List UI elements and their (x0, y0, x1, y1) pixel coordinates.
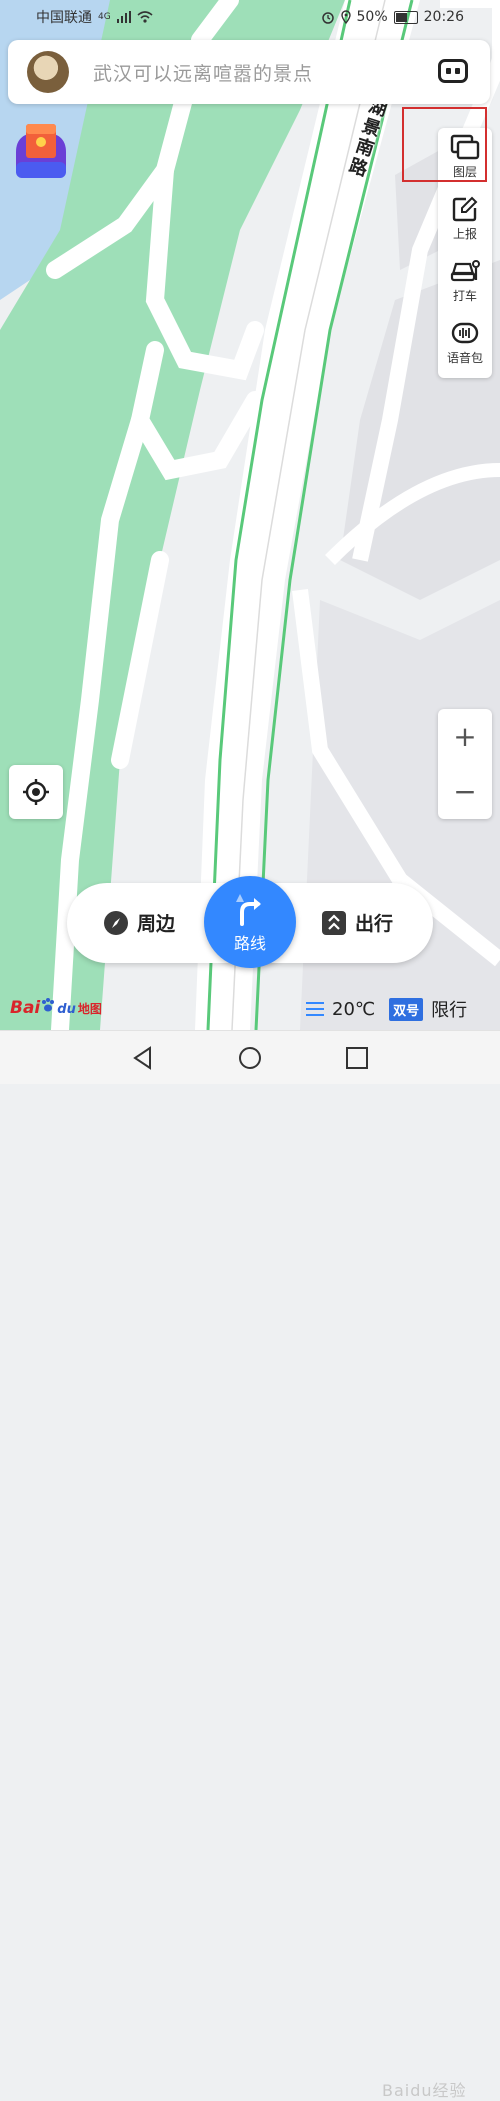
zoom-in-button[interactable]: + (438, 709, 492, 764)
red-packet-promo-icon[interactable] (12, 122, 70, 180)
battery-icon (393, 10, 418, 24)
footer-info: 20℃ 双号 限行 (306, 996, 467, 1022)
signal-icon (116, 11, 131, 23)
report-button[interactable]: 上报 (438, 190, 492, 248)
paw-icon (42, 998, 55, 1012)
outing-label: 出行 (355, 913, 394, 935)
nearby-label: 周边 (137, 913, 176, 935)
taxi-button[interactable]: 打车 (438, 252, 492, 310)
alarm-icon (321, 12, 334, 24)
edit-icon (452, 196, 478, 222)
network-type: 4G (98, 12, 111, 22)
user-avatar[interactable] (27, 51, 69, 93)
report-label: 上报 (452, 227, 477, 241)
recent-apps-square-icon[interactable] (344, 1045, 370, 1071)
clock: 20:26 (423, 9, 464, 25)
plate-badge[interactable]: 双号 (389, 997, 424, 1021)
baidu-map-logo: Bai du 地图 (10, 998, 102, 1018)
compass-icon (104, 910, 128, 935)
voice-pack-label: 语音包 (446, 351, 483, 365)
zoom-control: + − (438, 709, 492, 819)
crosshair-icon (23, 779, 49, 805)
route-arrow-icon (236, 894, 261, 926)
menu-icon[interactable] (306, 1002, 324, 1016)
location-icon (340, 10, 351, 24)
temperature[interactable]: 20℃ (332, 999, 375, 1020)
home-circle-icon[interactable] (237, 1045, 263, 1071)
outing-button[interactable]: 出行 (321, 909, 393, 936)
taxi-icon (450, 260, 480, 282)
voice-pack-button[interactable]: 语音包 (438, 314, 492, 372)
outing-icon (322, 910, 346, 935)
traffic-restriction[interactable]: 限行 (431, 996, 467, 1022)
voice-pack-icon (451, 322, 479, 344)
back-triangle-icon[interactable] (130, 1045, 156, 1071)
voice-assistant-icon[interactable] (438, 59, 468, 83)
route-button[interactable]: 路线 (204, 876, 296, 968)
carrier-name: 中国联通 (36, 10, 92, 26)
battery-level-fill (395, 12, 407, 22)
zoom-out-button[interactable]: − (438, 764, 492, 819)
locate-me-button[interactable] (9, 765, 63, 819)
status-bar: 中国联通 4G 50% 20:26 (0, 0, 500, 34)
route-label: 路线 (233, 934, 266, 953)
search-input[interactable]: 武汉可以远离喧嚣的景点 (93, 59, 313, 86)
search-bar[interactable]: 武汉可以远离喧嚣的景点 (8, 40, 490, 104)
nearby-button[interactable]: 周边 (103, 909, 175, 936)
watermark: Baidu经验 (382, 2081, 467, 2100)
battery-percent: 50% (356, 9, 388, 25)
wifi-icon (137, 11, 153, 23)
system-nav-bar: Baidu经验 (0, 1030, 500, 2100)
layers-highlight-frame (402, 107, 487, 182)
taxi-label: 打车 (452, 289, 477, 303)
